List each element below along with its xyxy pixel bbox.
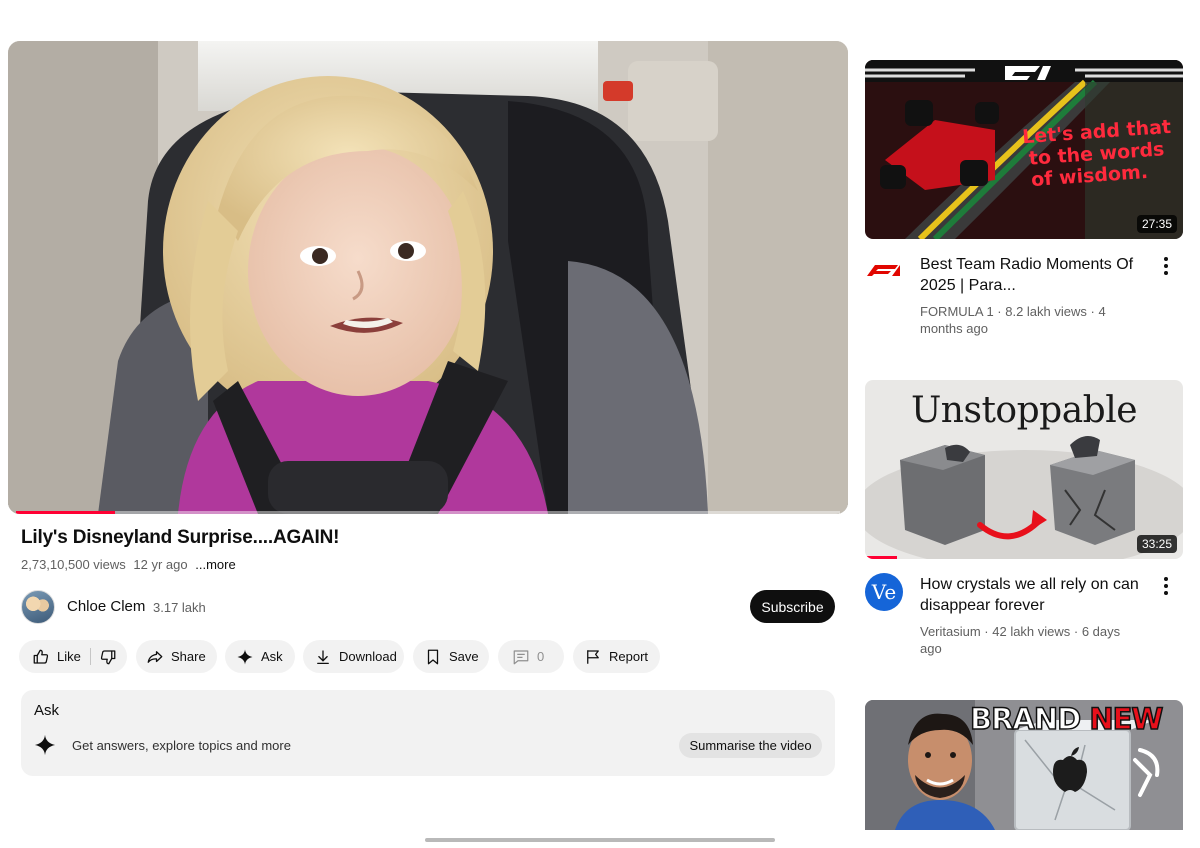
subscriber-count: 3.17 lakh — [153, 600, 206, 615]
thumbnail-word-brand: BRAND — [969, 701, 1082, 737]
rec-thumbnail-veritasium[interactable]: Unstoppable 33:25 — [865, 380, 1183, 559]
thumbnail-headline: BRAND NEW — [969, 701, 1165, 737]
ask-button[interactable]: Ask — [225, 640, 295, 673]
download-label: Download — [339, 649, 397, 664]
rec-title[interactable]: Best Team Radio Moments Of 2025 | Para..… — [920, 254, 1140, 296]
save-label: Save — [449, 649, 479, 664]
channel-name[interactable]: Chloe Clem — [67, 598, 145, 615]
duration-badge: 27:35 — [1136, 215, 1177, 233]
video-frame — [8, 41, 848, 514]
download-button[interactable]: Download — [303, 640, 404, 673]
channel-avatar[interactable] — [21, 590, 55, 624]
subscribe-button[interactable]: Subscribe — [750, 590, 835, 623]
like-dislike-group: Like — [19, 640, 127, 673]
bookmark-icon — [427, 649, 439, 664]
more-options-icon[interactable] — [1158, 256, 1174, 276]
more-options-icon[interactable] — [1158, 576, 1174, 596]
f1-logo-icon[interactable] — [865, 262, 901, 278]
ask-panel-title: Ask — [34, 702, 60, 719]
rec-thumbnail-brand-new[interactable]: BRAND NEW — [865, 700, 1183, 830]
download-icon — [317, 649, 329, 664]
sparkle-icon — [237, 649, 253, 664]
video-meta[interactable]: 2,73,10,500 views 12 yr ago ...more — [21, 557, 240, 572]
comments-button[interactable]: 0 — [498, 640, 564, 673]
avatar-initials: Ve — [871, 580, 897, 604]
ask-panel[interactable]: Ask Get answers, explore topics and more… — [21, 690, 835, 776]
share-label: Share — [171, 649, 206, 664]
home-indicator — [425, 838, 775, 842]
comment-count: 0 — [537, 649, 545, 664]
thumbnail-art: Let's add that to the words of wisdom. — [865, 60, 1183, 239]
ask-panel-subtitle: Get answers, explore topics and more — [72, 738, 291, 753]
report-button[interactable]: Report — [573, 640, 660, 673]
video-title: Lily's Disneyland Surprise....AGAIN! — [21, 527, 340, 548]
video-player[interactable] — [8, 41, 848, 514]
share-arrow-icon — [147, 650, 163, 663]
flag-icon — [587, 649, 599, 664]
upload-age: 12 yr ago — [133, 557, 188, 572]
thumbnail-headline: Unstoppable — [910, 390, 1138, 431]
rec-thumbnail-f1[interactable]: Let's add that to the words of wisdom. 2… — [865, 60, 1183, 239]
save-button[interactable]: Save — [413, 640, 489, 673]
duration-badge: 33:25 — [1136, 535, 1177, 553]
like-divider — [89, 648, 91, 665]
report-label: Report — [609, 649, 649, 664]
like-button[interactable]: Like — [32, 648, 81, 666]
share-button[interactable]: Share — [136, 640, 217, 673]
ask-label: Ask — [261, 649, 283, 664]
more-link[interactable]: ...more — [195, 557, 235, 572]
progress-fill — [16, 511, 115, 514]
thumbs-up-icon — [33, 649, 49, 664]
thumbnail-word-new: NEW — [1089, 701, 1165, 737]
rec-meta: Veritasium · 42 lakh views · 6 days ago — [920, 624, 1121, 656]
like-label: Like — [57, 649, 81, 664]
sparkle-icon — [34, 734, 56, 756]
rec-title[interactable]: How crystals we all rely on can disappea… — [920, 574, 1140, 616]
progress-track[interactable] — [16, 511, 840, 514]
summarise-video-button[interactable]: Summarise the video — [679, 733, 822, 758]
rec-meta: FORMULA 1 · 8.2 lakh views · 4 months ag… — [920, 304, 1106, 336]
thumbs-down-icon — [100, 649, 116, 664]
comment-icon — [513, 649, 529, 664]
channel-avatar-veritasium[interactable]: Ve — [865, 573, 903, 611]
watch-progress — [865, 556, 897, 559]
dislike-button[interactable] — [99, 648, 117, 666]
view-count: 2,73,10,500 views — [21, 557, 126, 572]
